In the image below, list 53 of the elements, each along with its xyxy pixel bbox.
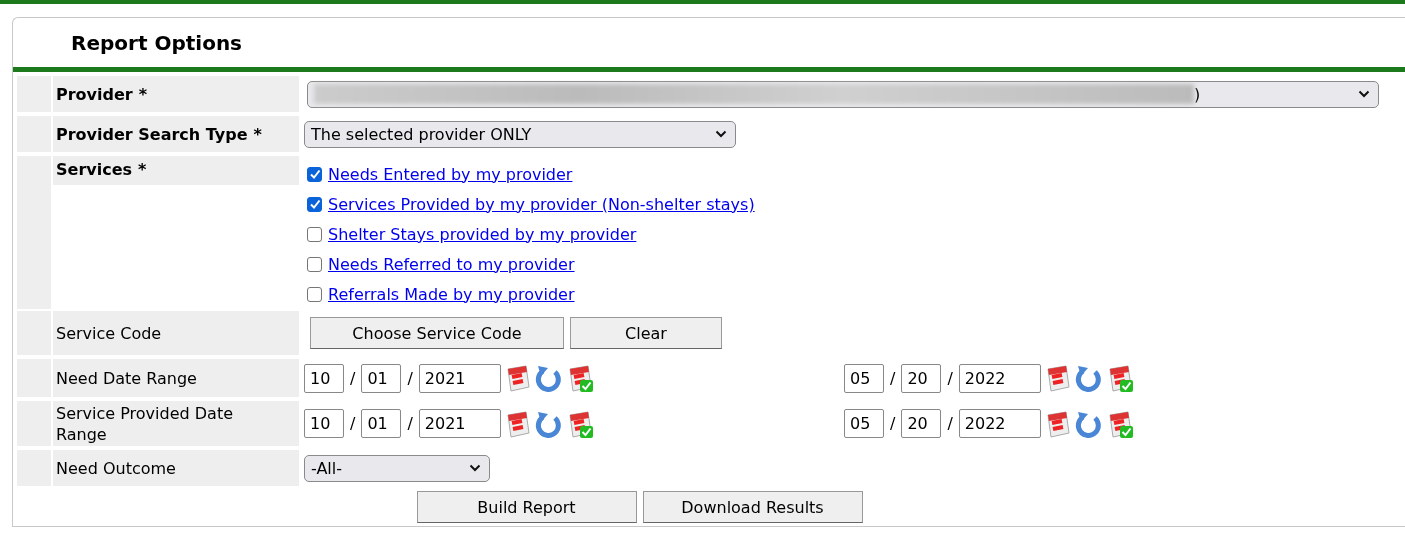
refresh-icon[interactable] xyxy=(534,363,563,393)
button[interactable]: Clear xyxy=(570,317,722,349)
checkbox[interactable] xyxy=(307,166,322,182)
service-link[interactable]: Referrals Made by my provider xyxy=(328,284,575,304)
checkbox[interactable] xyxy=(307,256,322,272)
service-link[interactable]: Shelter Stays provided by my provider xyxy=(328,224,637,244)
button[interactable]: Download Results xyxy=(642,491,863,523)
refresh-icon[interactable] xyxy=(1074,363,1103,393)
date-field[interactable]: 01 xyxy=(361,363,402,393)
field-label: Provider Search Type xyxy=(56,124,248,144)
date-separator: / xyxy=(407,414,413,433)
field-label: Need Outcome xyxy=(56,458,176,478)
required-mark: * xyxy=(253,124,262,144)
date-field[interactable]: 2022 xyxy=(958,363,1041,393)
field-label: Services xyxy=(56,160,133,179)
field-label: Service Code xyxy=(56,323,162,343)
date-separator: / xyxy=(350,368,356,388)
date-field[interactable]: 20 xyxy=(901,409,942,438)
date-separator: / xyxy=(350,414,356,433)
service-link[interactable]: Needs Entered by my provider xyxy=(328,164,573,184)
dropdown[interactable]: ) xyxy=(307,80,1379,108)
service-link[interactable]: Services Provided by my provider (Non-shelter stays) xyxy=(328,194,755,214)
date-separator: / xyxy=(947,368,953,388)
date-separator: / xyxy=(890,414,896,433)
date-field[interactable]: 2021 xyxy=(418,363,501,393)
chevron-icon xyxy=(715,130,727,138)
chevron-icon xyxy=(469,464,481,472)
date-separator: / xyxy=(407,368,413,388)
service-link[interactable]: Needs Referred to my provider xyxy=(328,254,575,274)
date-separator: / xyxy=(890,368,896,388)
field-label: Need Date Range xyxy=(56,367,197,389)
required-mark: * xyxy=(138,160,147,179)
date-field[interactable]: 05 xyxy=(844,363,884,393)
checkbox[interactable] xyxy=(307,226,322,242)
button[interactable]: Choose Service Code xyxy=(310,317,564,349)
field-label: Service Provided Date Range xyxy=(56,402,234,445)
date-field[interactable]: 10 xyxy=(304,363,344,393)
date-field[interactable]: 20 xyxy=(901,363,942,393)
panel-title: Report Options xyxy=(71,30,243,55)
date-field[interactable]: 2022 xyxy=(958,409,1041,438)
dropdown[interactable]: The selected provider ONLY xyxy=(304,120,736,148)
dropdown[interactable]: -All- xyxy=(304,454,490,482)
date-field[interactable]: 2021 xyxy=(418,409,501,438)
button[interactable]: Build Report xyxy=(416,491,637,523)
field-label: Provider xyxy=(56,84,133,104)
checkbox[interactable] xyxy=(307,196,322,212)
date-field[interactable]: 10 xyxy=(304,409,344,438)
date-separator: / xyxy=(947,414,953,433)
chevron-icon xyxy=(1358,90,1370,98)
date-field[interactable]: 05 xyxy=(844,409,884,438)
checkbox[interactable] xyxy=(307,286,322,302)
required-mark: * xyxy=(138,84,148,104)
date-field[interactable]: 01 xyxy=(361,409,402,438)
